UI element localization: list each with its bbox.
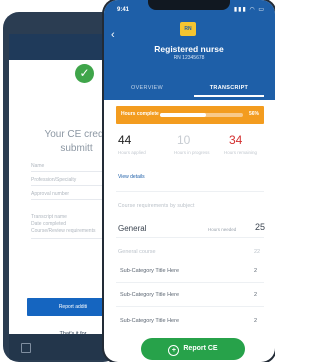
license-title: Registered nurse [154,44,224,54]
hours-progress-card: Hours complete 56% [116,106,264,124]
stat-hours-remaining-label: Hours remaining [224,150,258,155]
back-phone-screen: Your CE credit submitt Name Profession/S… [9,34,119,337]
license-number: RN 12345678 [173,55,205,61]
back-phone: Your CE credit submitt Name Profession/S… [3,12,119,362]
stat-hours-in-progress-label: Hours in progress [174,150,210,155]
requirements-heading: Course requirements by subject [118,203,195,209]
progress-fill [160,113,207,117]
progress-percent: 56% [248,111,259,117]
front-phone: 9:41 ▮▮▮ ◠ ▭ ‹ RN Registered nurse RN 12… [104,0,275,362]
stat-hours-remaining-value: 34 [229,133,243,147]
row-divider [116,237,264,238]
progress-label: Hours complete [121,111,159,117]
back-arrow-icon[interactable]: ‹ [111,30,115,41]
report-ce-button[interactable]: + Report CE [141,338,245,360]
general-course-label: General course [118,249,156,255]
course-item-value: 2 [254,292,258,298]
stat-hours-applied-label: Hours applied [118,150,146,155]
back-phone-bottom-bar [9,334,119,360]
field-label-profession: Profession/Specialty [31,177,77,183]
app-promo-screenshot: Your CE credit submitt Name Profession/S… [0,0,275,362]
field-label-approval: Approval number [31,191,70,197]
stat-hours-in-progress-value: 10 [177,133,191,147]
progress-track [160,113,243,117]
active-tab-indicator [194,95,264,97]
field-label-transcript: Transcript name [31,214,67,220]
license-header: 9:41 ▮▮▮ ◠ ▭ ‹ RN Registered nurse RN 12… [104,0,275,100]
tab-overview[interactable]: OVERVIEW [112,81,182,95]
field-note-date: Date completed [31,221,67,227]
home-icon[interactable] [21,343,31,353]
general-course-value: 22 [254,249,261,255]
view-details-link[interactable]: View details [118,174,145,180]
status-bar: 9:41 ▮▮▮ ◠ ▭ [104,3,275,17]
field-note-requirements: Course/Review requirements [31,228,96,234]
report-ce-label: Report CE [183,345,218,352]
course-item-label[interactable]: Sub-Category Title Here [120,292,179,298]
row-divider [116,306,264,307]
stat-hours-applied-value: 44 [118,133,132,147]
course-item-label[interactable]: Sub-Category Title Here [120,318,179,324]
license-logo: RN [180,22,196,36]
general-requirement-label: General [118,224,147,233]
row-divider [116,282,264,283]
tab-transcript[interactable]: TRANSCRIPT [190,81,268,95]
course-item-label[interactable]: Sub-Category Title Here [120,268,179,274]
back-phone-header [9,34,119,60]
plus-circle-icon: + [168,345,180,356]
general-hours-needed-value: 25 [255,222,266,232]
section-divider [116,191,264,192]
status-time: 9:41 [117,7,130,13]
general-hours-needed-label: Hours needed [208,227,237,232]
course-item-value: 2 [254,318,258,324]
course-item-value: 2 [254,268,258,274]
field-label-name: Name [31,163,45,169]
status-icons: ▮▮▮ ◠ ▭ [233,7,265,13]
success-check-icon: ✓ [75,64,94,83]
